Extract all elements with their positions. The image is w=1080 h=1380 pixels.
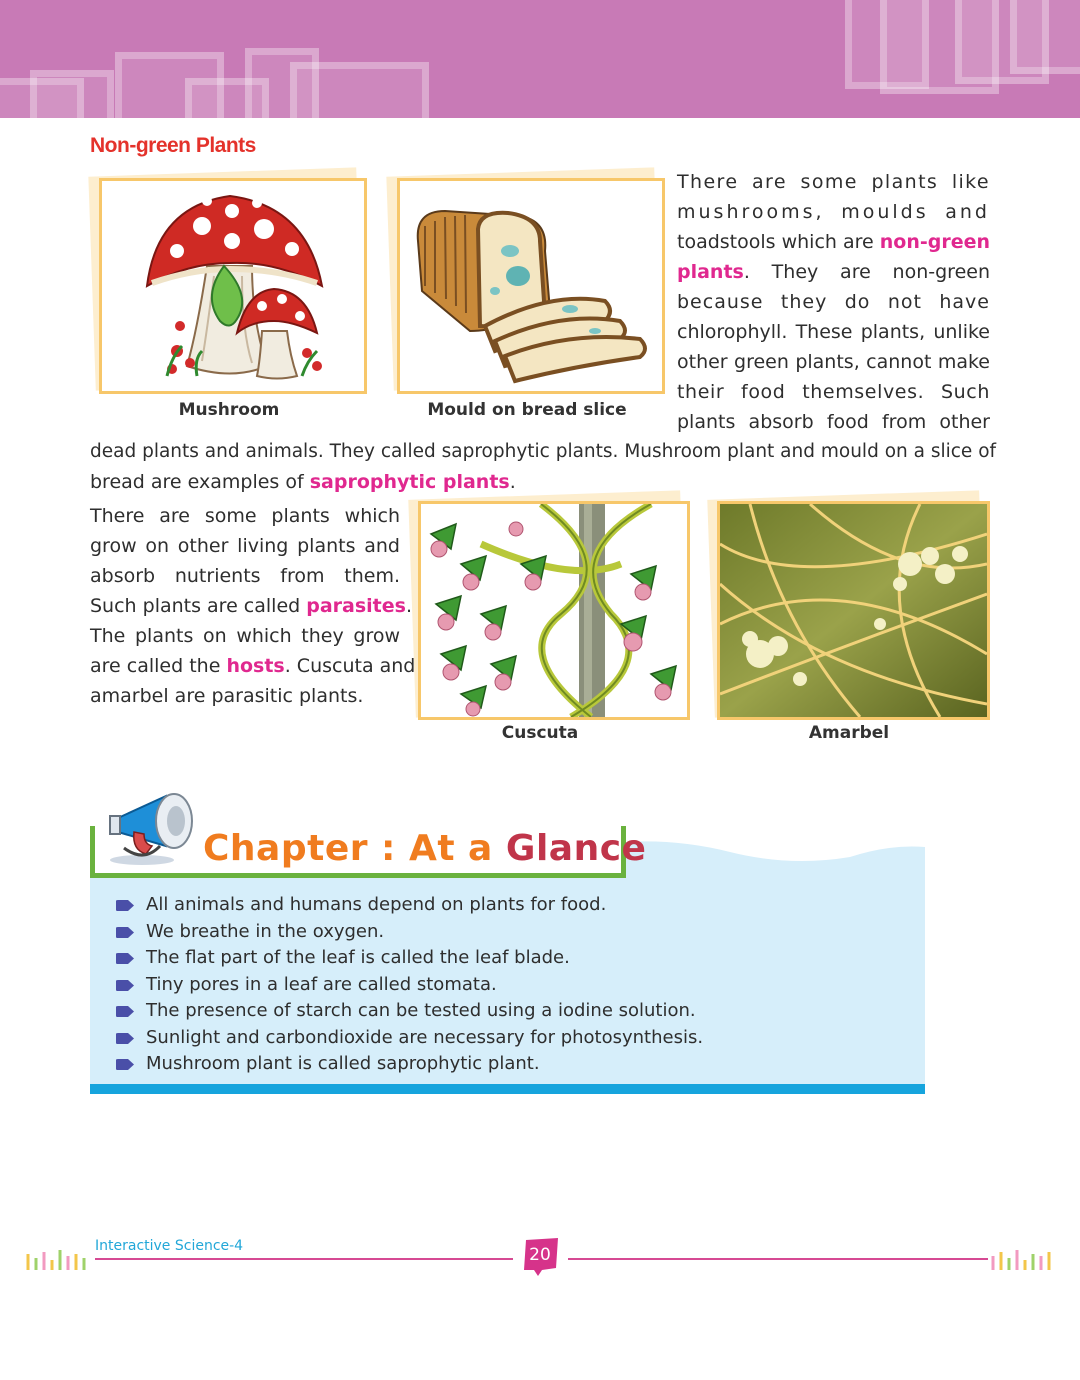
megaphone-icon	[109, 793, 193, 865]
cuscuta-figure	[418, 501, 690, 720]
mould-caption: Mould on bread slice	[427, 400, 627, 420]
footer-decoration-right	[991, 1250, 1051, 1270]
amarbel-figure	[717, 501, 990, 720]
text-line: There are some plants like	[677, 171, 990, 193]
glance-title-part1: Chapter : At a	[203, 828, 506, 869]
glance-bullet-item: We breathe in the oxygen.	[116, 919, 703, 946]
bullet-arrow-icon	[116, 953, 134, 964]
cuscuta-illustration	[421, 504, 687, 717]
text-fragment: are called the	[90, 655, 227, 677]
text-line: their food themselves. Such	[677, 381, 990, 403]
footer-decoration-left	[26, 1250, 86, 1270]
text-line: are called the hosts. Cuscuta and	[90, 651, 415, 681]
glance-bullet-text: The flat part of the leaf is called the …	[146, 947, 570, 968]
text-line: grow on other living plants and	[90, 535, 400, 557]
bullet-arrow-icon	[116, 1059, 134, 1070]
bullet-arrow-icon	[116, 900, 134, 911]
amarbel-illustration	[720, 504, 987, 717]
bullet-arrow-icon	[116, 926, 134, 938]
paragraph-parasites: There are some plants which grow on othe…	[90, 501, 415, 711]
glance-bullet-list: All animals and humans depend on plants …	[116, 892, 703, 1078]
glance-bullet-item: The presence of starch can be tested usi…	[116, 998, 703, 1025]
bullet-arrow-icon	[116, 1006, 134, 1017]
text-fragment: . Cuscuta and	[284, 655, 416, 677]
footer-rule-left	[95, 1258, 513, 1260]
glance-bullet-text: Tiny pores in a leaf are called stomata.	[146, 973, 497, 995]
header-band	[0, 0, 1080, 118]
text-line: bread are examples of saprophytic plants…	[90, 467, 990, 497]
glance-bullet-text: We breathe in the oxygen.	[146, 920, 385, 942]
cuscuta-caption: Cuscuta	[501, 723, 579, 743]
text-line: absorb nutrients from them.	[90, 565, 400, 587]
mushroom-caption: Mushroom	[178, 400, 280, 420]
glance-bullet-text: Sunlight and carbondioxide are necessary…	[146, 1026, 704, 1048]
text-line: Such plants are called parasites.	[90, 591, 412, 621]
bread-illustration	[416, 209, 647, 384]
glance-title: Chapter : At a Glance	[203, 828, 646, 869]
text-line: There are some plants which	[90, 505, 400, 527]
footer-book-title: Interactive Science-4	[95, 1238, 244, 1254]
highlight-saprophytic-plants: saprophytic plants	[309, 471, 510, 493]
glance-bullet-text: Mushroom plant is called saprophytic pla…	[146, 1053, 540, 1074]
glance-bullet-item: Sunlight and carbondioxide are necessary…	[116, 1025, 703, 1052]
highlight-non-green: non-green	[879, 231, 991, 253]
text-line: because they do not have	[677, 291, 990, 313]
glance-bullet-text: The presence of starch can be tested usi…	[146, 1000, 696, 1021]
text-line: dead plants and animals. They called sap…	[90, 441, 997, 462]
text-fragment: . They are non-green	[743, 261, 990, 283]
glance-title-part2: Glance	[505, 828, 647, 869]
text-line: toadstools which are non-green	[677, 227, 990, 257]
amarbel-caption: Amarbel	[808, 723, 890, 743]
section-title: Non-green Plants	[90, 134, 256, 157]
glance-bullet-item: The flat part of the leaf is called the …	[116, 945, 703, 972]
highlight-parasites: parasites	[306, 595, 406, 617]
glance-bullet-text: All animals and humans depend on plants …	[146, 894, 607, 915]
paragraph-saprophytes: There are some plants like mushrooms, mo…	[677, 167, 990, 437]
highlight-hosts: hosts	[226, 655, 285, 677]
text-fragment: .	[509, 471, 516, 493]
glance-bullet-item: All animals and humans depend on plants …	[116, 892, 703, 919]
paragraph-saprophytes-cont: dead plants and animals. They called sap…	[90, 437, 997, 497]
text-line: plants absorb food from other	[677, 411, 990, 433]
bullet-arrow-icon	[116, 979, 134, 991]
bullet-arrow-icon	[116, 1032, 134, 1044]
text-fragment: Such plants are called	[90, 595, 307, 617]
glance-bullet-item: Tiny pores in a leaf are called stomata.	[116, 972, 703, 999]
text-line: The plants on which they grow	[90, 625, 400, 647]
mushroom-figure	[99, 178, 367, 394]
glance-bullet-item: Mushroom plant is called saprophytic pla…	[116, 1051, 703, 1078]
text-line: other green plants, cannot make	[677, 351, 990, 373]
mushroom-illustration	[145, 194, 324, 380]
page-number: 20	[529, 1245, 551, 1265]
highlight-plants: plants	[677, 261, 744, 283]
text-fragment: bread are examples of	[90, 471, 310, 493]
text-line: plants. They are non-green	[677, 257, 990, 287]
footer-rule-right	[568, 1258, 988, 1260]
text-line: chlorophyll. These plants, unlike	[677, 321, 990, 343]
text-line: amarbel are parasitic plants.	[90, 685, 364, 707]
mould-figure	[397, 178, 665, 394]
text-fragment: toadstools which are	[677, 231, 880, 253]
text-line: mushrooms, moulds and	[677, 201, 990, 223]
